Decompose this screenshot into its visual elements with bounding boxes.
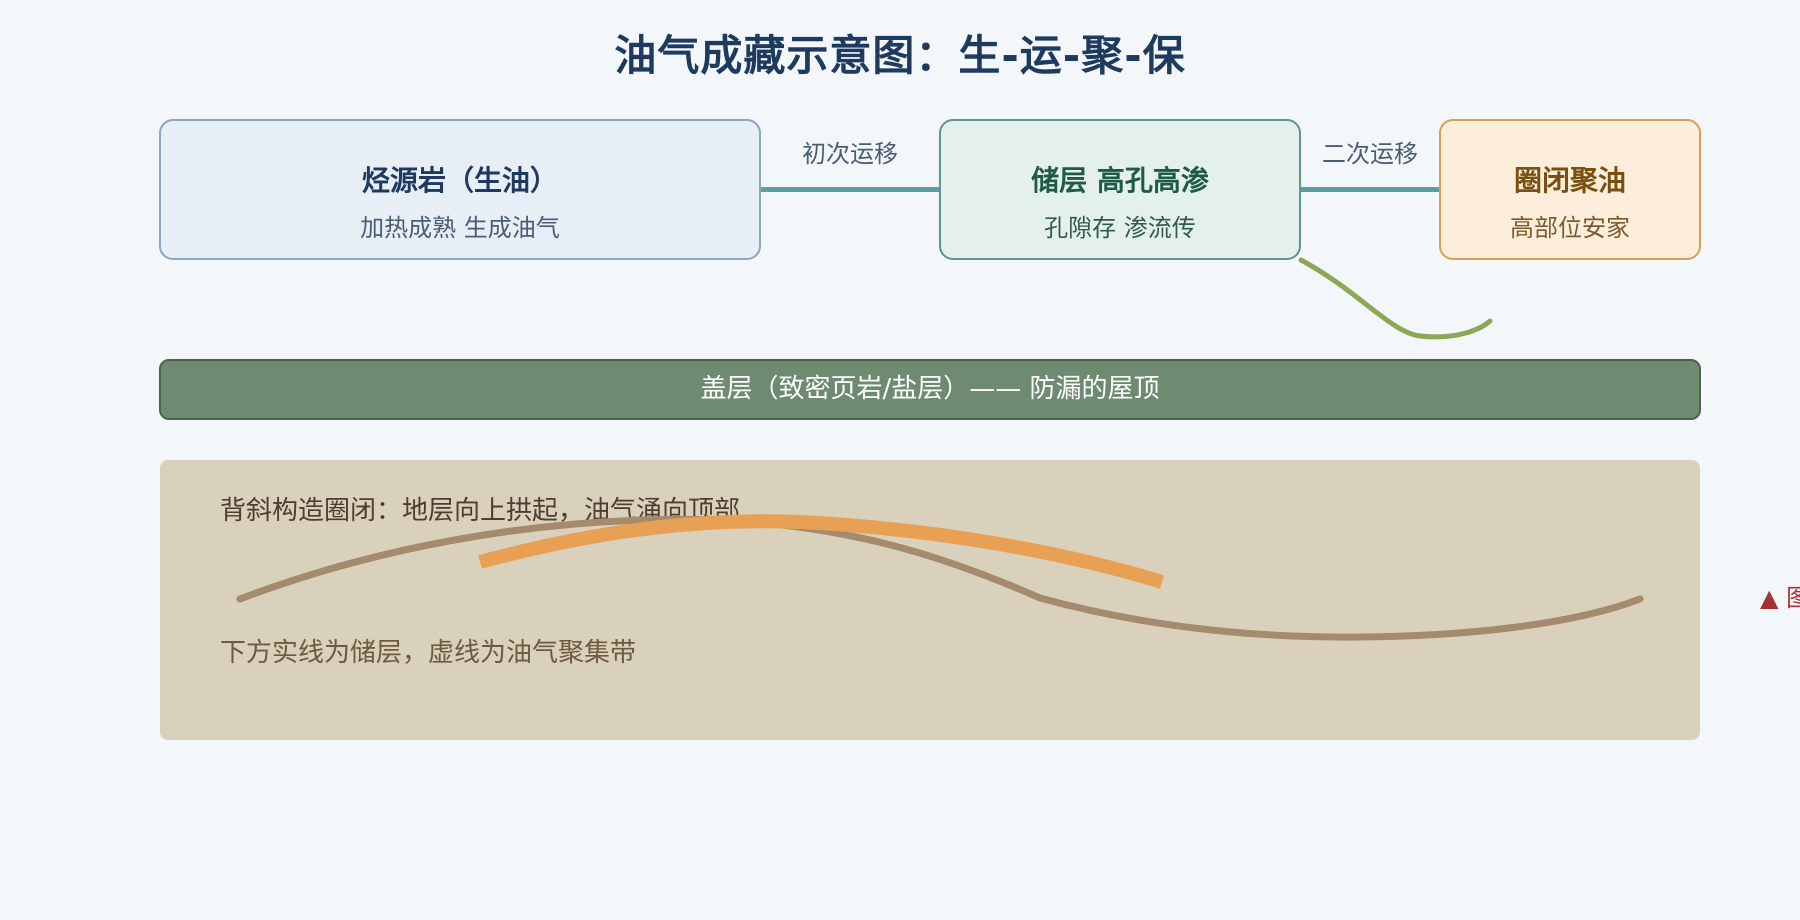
source-rock-title: 烃源岩（生油） [361, 164, 558, 197]
reservoir-box: 储层 高孔高渗 孔隙存 渗流传 [939, 119, 1301, 260]
reservoir-title: 储层 高孔高渗 [1031, 164, 1209, 197]
cap-rock-bar: 盖层（致密页岩/盐层）—— 防漏的屋顶 [159, 359, 1701, 420]
trap-title: 圈闭聚油 [1513, 164, 1626, 197]
source-rock-box: 烃源岩（生油） 加热成熟 生成油气 [159, 119, 761, 260]
secondary-migration-label: 二次运移 [1322, 140, 1418, 168]
diagram-title: 油气成藏示意图：生-运-聚-保 [614, 31, 1186, 80]
source-rock-subtitle: 加热成熟 生成油气 [360, 214, 560, 242]
secondary-migration-connector [1301, 187, 1439, 192]
primary-migration-connector [761, 187, 939, 192]
anticline-panel: 背斜构造圈闭：地层向上拱起，油气涌向顶部 下方实线为储层，虚线为油气聚集带 [160, 460, 1700, 740]
trap-subtitle: 高部位安家 [1510, 214, 1630, 242]
reservoir-subtitle: 孔隙存 渗流传 [1044, 214, 1196, 242]
anticline-caption: 背斜构造圈闭：地层向上拱起，油气涌向顶部 [220, 496, 741, 526]
edge-marker: ▲ 图 [1760, 584, 1800, 612]
leak-curve [1298, 257, 1493, 340]
anticline-note: 下方实线为储层，虚线为油气聚集带 [220, 638, 637, 668]
primary-migration-label: 初次运移 [802, 140, 898, 168]
trap-box: 圈闭聚油 高部位安家 [1439, 119, 1701, 260]
